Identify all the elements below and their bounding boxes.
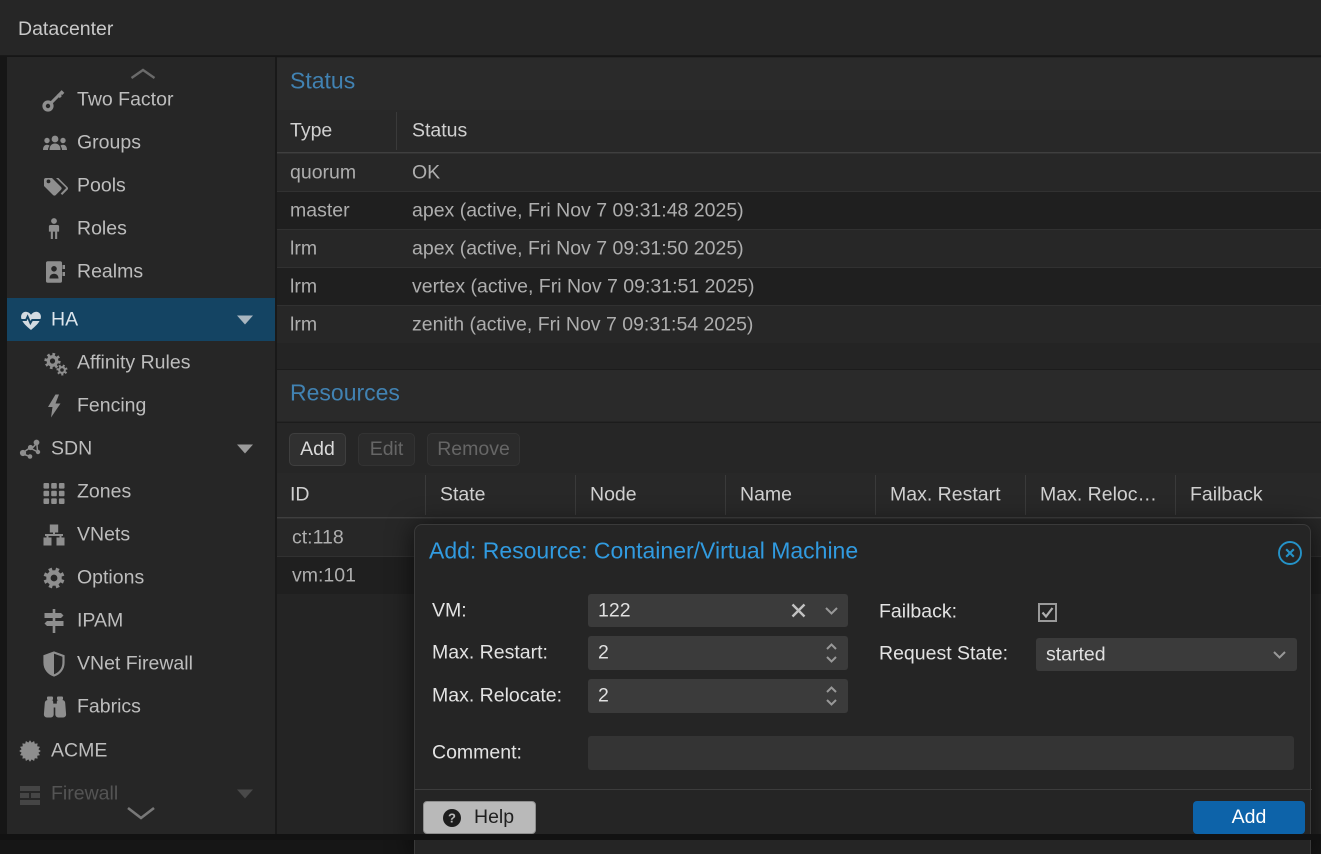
- svg-text:?: ?: [448, 811, 456, 826]
